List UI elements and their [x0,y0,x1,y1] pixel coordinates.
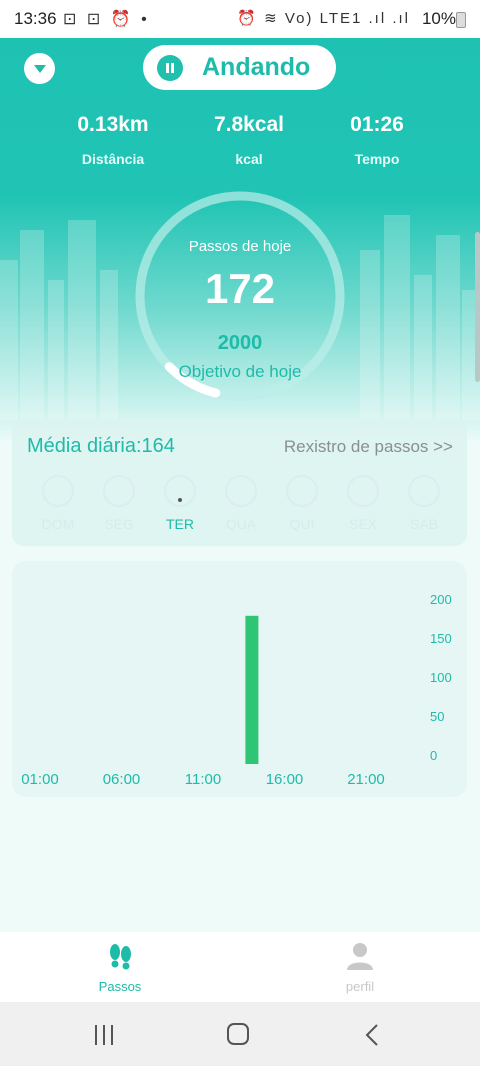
daily-goal-label: Objetivo de hoje [178,362,302,381]
day-label: DOM [41,516,75,532]
day-ter[interactable]: TER [150,475,210,532]
x-tick-label: 01:00 [21,771,59,788]
stat-value: 01:26 [350,113,404,136]
tab-perfil[interactable]: perfil [300,942,420,994]
stat-label: Tempo [354,151,400,167]
day-qua[interactable]: QUA [211,475,271,532]
tab-label: Passos [98,979,142,994]
pause-icon[interactable] [157,54,183,81]
hourly-steps-chart: 200 150 100 50 0 01:00 06:00 11:00 16:00 21:00 [12,561,467,797]
tab-passos[interactable]: Passos [60,942,180,994]
stat-value: 0.13km [77,113,149,136]
stat-value: 7.8kcal [213,113,285,136]
today-steps-label: Passos de hoje [188,238,292,255]
status-time: 13:36 [14,9,57,28]
person-icon [347,943,373,970]
chevron-down-icon [33,64,46,73]
y-tick-label: 100 [430,670,452,685]
x-tick-label: 16:00 [266,771,304,788]
tab-label: perfil [345,979,375,994]
footprints-icon [110,944,131,970]
daily-average: Média diária:164 [27,435,175,457]
day-dom[interactable]: DOM [28,475,88,532]
stat-label: Distância [81,151,145,167]
day-label: TER [166,516,194,532]
day-label: SAB [409,516,438,532]
y-tick-label: 50 [430,709,444,724]
battery-percent: 10% [421,9,456,28]
day-label: QUI [289,516,315,532]
x-tick-label: 06:00 [103,771,141,788]
system-navigation-bar [0,1002,480,1066]
y-tick-label: 0 [430,748,437,763]
chart-canvas: 200 150 100 50 0 01:00 06:00 11:00 16:00 21:00 [21,592,452,788]
day-label: QUA [225,516,257,532]
week-days: DOM SEG TER QUA QUI SEX SAB [28,475,458,535]
status-bar: 13:36 ⊡ ⊡ ⏰ • ⏰ ≋ Vo) LTE1 .ıl .ıl 10% [0,0,480,38]
weekly-summary-card: Média diária:164 Rexistro de passos >> D… [12,419,467,546]
activity-pill[interactable]: Andando [143,45,336,90]
back-icon[interactable] [364,1023,380,1047]
day-label: SEX [348,516,377,532]
home-icon[interactable] [226,1022,250,1046]
steps-record-link[interactable]: Rexistro de passos >> [284,437,453,457]
y-tick-label: 150 [430,631,452,646]
daily-goal-value: 2000 [217,332,263,354]
activity-title: Andando [202,53,311,81]
signal-icons: ⏰ ≋ Vo) LTE1 .ıl .ıl [237,10,410,27]
day-seg[interactable]: SEG [89,475,149,532]
stat-calories: 7.8kcal kcal [189,113,309,167]
collapse-button[interactable] [24,53,55,84]
recent-apps-icon[interactable] [93,1024,115,1046]
x-tick-label: 21:00 [347,771,385,788]
bottom-navigation: Passos perfil [0,932,480,1002]
steps-bar [245,615,259,764]
day-qui[interactable]: QUI [272,475,332,532]
notification-icons: ⊡ ⊡ ⏰ • [63,11,150,28]
stat-time: 01:26 Tempo [317,113,437,167]
stat-label: kcal [235,151,263,167]
y-tick-label: 200 [430,592,452,607]
day-label: SEG [104,516,134,532]
stat-distance: 0.13km Distância [53,113,173,167]
battery-icon [456,12,466,28]
x-tick-label: 11:00 [185,771,221,788]
edge-panel-handle[interactable] [475,232,480,382]
day-sex[interactable]: SEX [333,475,393,532]
day-sab[interactable]: SAB [394,475,454,532]
today-steps-count: 172 [204,265,276,312]
